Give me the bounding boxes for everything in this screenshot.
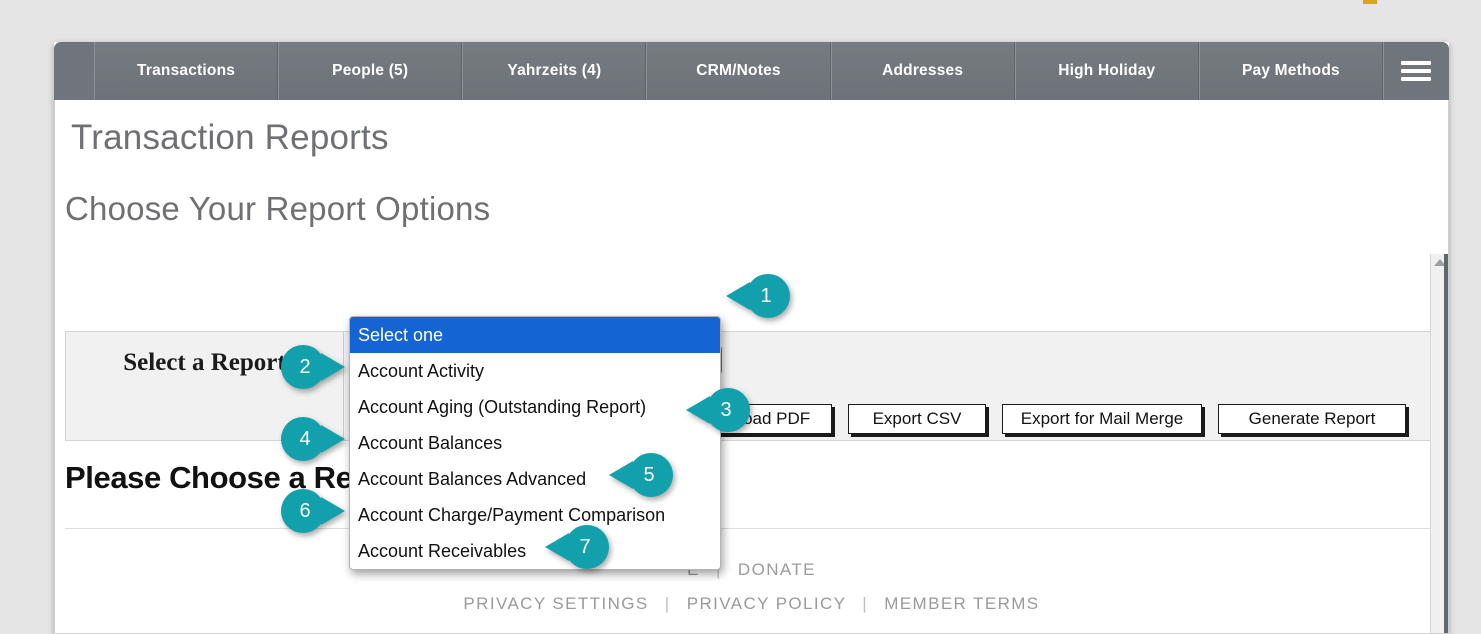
nav-tab-label: Transactions [137, 62, 235, 80]
nav-tab-label: Pay Methods [1242, 62, 1340, 80]
dropdown-option-account-activity[interactable]: Account Activity [350, 353, 720, 389]
top-edge-fragment [1363, 0, 1377, 4]
nav-tab-label: People (5) [332, 62, 408, 80]
marker-number: 1 [726, 274, 790, 318]
content-divider [65, 528, 1431, 529]
dropdown-option-account-charge-payment-comparison[interactable]: Account Charge/Payment Comparison [350, 497, 720, 533]
nav-left-spacer [54, 42, 94, 100]
hamburger-menu-icon[interactable] [1383, 42, 1449, 100]
footer-row-primary: E | DONATE [55, 560, 1448, 580]
screenshot-root: Transactions People (5) Yahrzeits (4) CR… [0, 0, 1481, 634]
callout-marker-1: 1 [726, 274, 790, 318]
section-title: Choose Your Report Options [65, 190, 490, 228]
nav-tab-label: Addresses [882, 62, 963, 80]
marker-number: 4 [281, 417, 345, 461]
marker-number: 5 [609, 453, 673, 497]
nav-tab-yahrzeits[interactable]: Yahrzeits (4) [462, 42, 646, 100]
generate-report-button[interactable]: Generate Report [1218, 404, 1406, 434]
nav-tab-addresses[interactable]: Addresses [831, 42, 1015, 100]
hamburger-lines [1401, 57, 1431, 85]
scrollbar-track[interactable] [1444, 254, 1448, 634]
callout-marker-2: 2 [281, 345, 345, 389]
callout-marker-6: 6 [281, 489, 345, 533]
app-window: Transactions People (5) Yahrzeits (4) CR… [54, 42, 1449, 634]
nav-tab-label: High Holiday [1058, 62, 1155, 80]
nav-tab-label: Yahrzeits (4) [507, 62, 601, 80]
footer-link-privacy-policy[interactable]: PRIVACY POLICY [687, 594, 846, 613]
nav-tab-transactions[interactable]: Transactions [94, 42, 278, 100]
nav-tab-crm-notes[interactable]: CRM/Notes [646, 42, 830, 100]
footer-link-member-terms[interactable]: MEMBER TERMS [884, 594, 1039, 613]
footer-link-donate[interactable]: DONATE [738, 560, 816, 579]
footer-separator: | [862, 594, 868, 613]
marker-number: 6 [281, 489, 345, 533]
footer-link-privacy-settings[interactable]: PRIVACY SETTINGS [463, 594, 648, 613]
marker-number: 2 [281, 345, 345, 389]
export-mail-merge-button[interactable]: Export for Mail Merge [1002, 404, 1202, 434]
callout-marker-4: 4 [281, 417, 345, 461]
footer-links: E | DONATE PRIVACY SETTINGS | PRIVACY PO… [55, 560, 1448, 628]
export-csv-button[interactable]: Export CSV [848, 404, 986, 434]
page-content: Transaction Reports Choose Your Report O… [54, 100, 1449, 634]
report-select-dropdown[interactable]: Select one Account Activity Account Agin… [349, 316, 721, 570]
callout-marker-7: 7 [545, 525, 609, 569]
vertical-scrollbar[interactable] [1430, 254, 1448, 634]
nav-tab-people[interactable]: People (5) [278, 42, 462, 100]
nav-tab-label: CRM/Notes [696, 62, 780, 80]
dropdown-option-account-aging[interactable]: Account Aging (Outstanding Report) [350, 389, 720, 425]
callout-marker-3: 3 [686, 388, 750, 432]
nav-tab-pay-methods[interactable]: Pay Methods [1199, 42, 1383, 100]
footer-separator: | [665, 594, 671, 613]
nav-tab-high-holiday[interactable]: High Holiday [1015, 42, 1199, 100]
page-title: Transaction Reports [71, 118, 389, 158]
main-navigation-bar: Transactions People (5) Yahrzeits (4) CR… [54, 42, 1449, 100]
callout-marker-5: 5 [609, 453, 673, 497]
marker-number: 3 [686, 388, 750, 432]
dropdown-option-select-one[interactable]: Select one [350, 317, 720, 353]
marker-number: 7 [545, 525, 609, 569]
dropdown-option-account-receivables[interactable]: Account Receivables [350, 533, 720, 569]
footer-row-secondary: PRIVACY SETTINGS | PRIVACY POLICY | MEMB… [55, 594, 1448, 614]
